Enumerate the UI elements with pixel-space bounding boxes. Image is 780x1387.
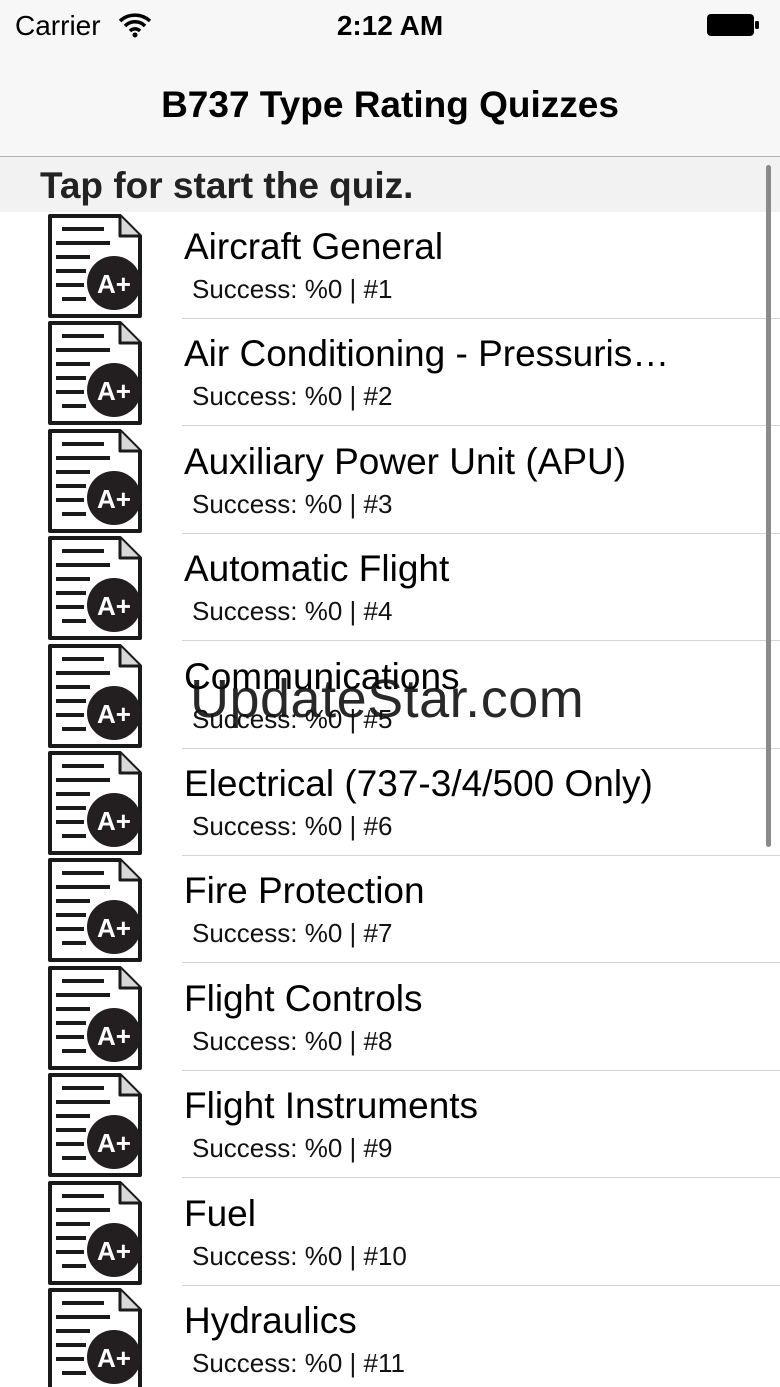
quiz-title: Aircraft General	[184, 226, 444, 267]
quiz-subtitle: Success: %0 | #1	[192, 274, 393, 304]
svg-text:A+: A+	[97, 591, 131, 621]
quiz-title: Air Conditioning - Pressuris…	[184, 333, 670, 375]
quiz-document-icon: A+	[48, 1288, 142, 1387]
list-item[interactable]: A+ Fire Protection Success: %0 | #7	[0, 856, 780, 964]
quiz-document-icon: A+	[48, 1073, 142, 1178]
svg-text:A+: A+	[97, 699, 131, 729]
quiz-document-icon: A+	[48, 751, 142, 855]
status-time: 2:12 AM	[336, 10, 444, 41]
quiz-title: Flight Instruments	[184, 1085, 479, 1127]
quiz-subtitle: Success: %0 | #7	[192, 918, 393, 949]
quiz-subtitle: Success: %0 | #3	[192, 488, 393, 519]
status-bar: Carrier 2:12 AM	[0, 0, 780, 56]
quiz-document-icon: A+	[48, 858, 142, 963]
quiz-list[interactable]: A+ Aircraft General Success: %0 | #1 A+ …	[0, 212, 780, 1387]
quiz-subtitle: Success: %0 | #2	[192, 381, 393, 412]
quiz-title: Fuel	[184, 1192, 256, 1234]
list-item[interactable]: A+ Fuel Success: %0 | #10	[0, 1178, 780, 1286]
list-item[interactable]: A+ Automatic Flight Success: %0 | #4	[0, 534, 780, 642]
list-item[interactable]: A+ Air Conditioning - Pressuris… Success…	[0, 319, 780, 427]
quiz-title: Auxiliary Power Unit (APU)	[184, 440, 627, 482]
list-item[interactable]: A+ Communications Success: %0 | #5	[0, 641, 780, 749]
svg-text:A+: A+	[97, 1236, 131, 1266]
quiz-title: Communications	[184, 655, 460, 697]
list-item[interactable]: A+ Aircraft General Success: %0 | #1	[0, 212, 780, 319]
scrollbar[interactable]	[766, 165, 771, 847]
section-label: Tap for start the quiz.	[40, 165, 414, 206]
svg-text:A+: A+	[97, 1343, 131, 1373]
section-header: Tap for start the quiz.	[0, 157, 780, 212]
quiz-document-icon: A+	[48, 214, 142, 318]
quiz-subtitle: Success: %0 | #5	[192, 703, 393, 734]
quiz-document-icon: A+	[48, 321, 142, 426]
quiz-title: Flight Controls	[184, 977, 423, 1019]
list-item[interactable]: A+ Flight Controls Success: %0 | #8	[0, 963, 780, 1071]
svg-text:A+: A+	[97, 484, 131, 514]
quiz-document-icon: A+	[48, 965, 142, 1070]
list-item[interactable]: A+ Auxiliary Power Unit (APU) Success: %…	[0, 426, 780, 534]
quiz-document-icon: A+	[48, 643, 142, 748]
quiz-title: Fire Protection	[184, 870, 425, 912]
quiz-title: Electrical (737-3/4/500 Only)	[184, 763, 653, 804]
svg-text:A+: A+	[97, 806, 131, 836]
quiz-document-icon: A+	[48, 428, 142, 533]
quiz-subtitle: Success: %0 | #4	[192, 596, 393, 627]
svg-text:A+: A+	[97, 913, 131, 943]
quiz-title: Automatic Flight	[184, 548, 450, 590]
quiz-subtitle: Success: %0 | #10	[192, 1240, 407, 1271]
navigation-bar: B737 Type Rating Quizzes	[0, 56, 780, 157]
svg-text:A+: A+	[97, 269, 131, 299]
list-item[interactable]: A+ Hydraulics Success: %0 | #11	[0, 1286, 780, 1387]
svg-text:A+: A+	[97, 1128, 131, 1158]
battery-icon	[707, 14, 759, 36]
quiz-title: Hydraulics	[184, 1300, 357, 1341]
quiz-subtitle: Success: %0 | #6	[192, 811, 393, 841]
svg-text:A+: A+	[97, 1021, 131, 1051]
quiz-subtitle: Success: %0 | #11	[192, 1348, 405, 1378]
quiz-subtitle: Success: %0 | #9	[192, 1133, 393, 1164]
list-item[interactable]: A+ Flight Instruments Success: %0 | #9	[0, 1071, 780, 1179]
page-title: B737 Type Rating Quizzes	[161, 84, 619, 125]
quiz-document-icon: A+	[48, 536, 142, 641]
quiz-document-icon: A+	[48, 1180, 142, 1285]
list-item[interactable]: A+ Electrical (737-3/4/500 Only) Success…	[0, 749, 780, 856]
svg-text:A+: A+	[97, 376, 131, 406]
quiz-subtitle: Success: %0 | #8	[192, 1025, 393, 1056]
